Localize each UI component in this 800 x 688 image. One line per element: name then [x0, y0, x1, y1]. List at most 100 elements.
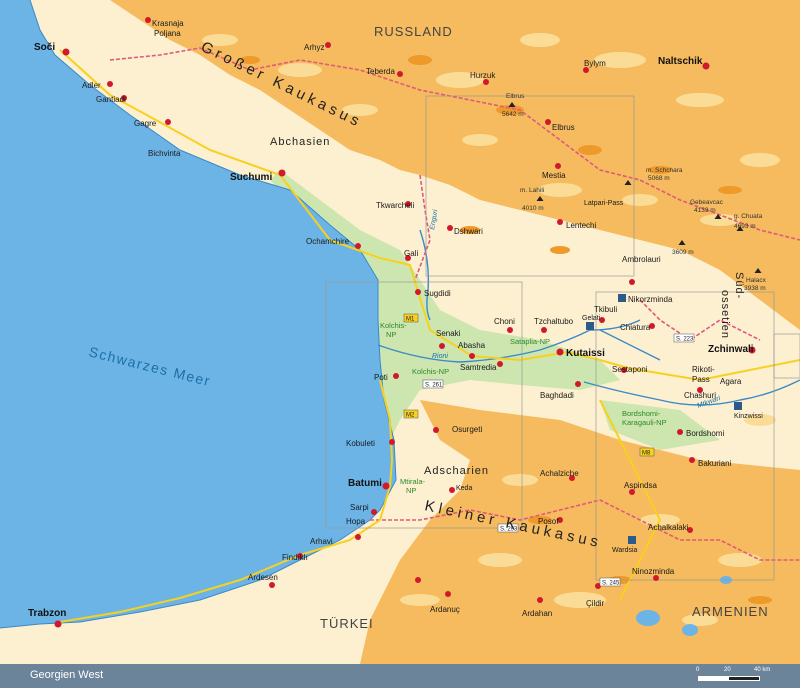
city-label: Gelati — [582, 315, 601, 322]
peak-label: Elbrus — [506, 93, 525, 100]
city-marker — [541, 327, 547, 333]
city-marker — [689, 457, 695, 463]
city-label: Bylym — [584, 59, 606, 68]
city-label: Bordshomi — [686, 429, 724, 438]
city-label: Chiatura — [620, 323, 651, 332]
scale-label-zero: 0 — [696, 667, 700, 673]
city-label: Abasha — [458, 341, 486, 350]
city-label: Rikoti- — [692, 365, 715, 374]
city-marker — [629, 279, 635, 285]
city-label: Ambrolauri — [622, 255, 661, 264]
city-marker — [107, 81, 113, 87]
city-label: Krasnaja — [152, 19, 184, 28]
road-label: M8 — [642, 451, 651, 457]
city-marker — [702, 62, 710, 70]
city-label: Aspindsa — [624, 481, 657, 490]
city-marker — [371, 509, 377, 515]
city-label: Agara — [720, 377, 742, 386]
city-label: Ninozminda — [632, 567, 675, 576]
peak-label: 4139 m — [694, 207, 716, 214]
city-marker — [575, 381, 581, 387]
country-label-russia: RUSSLAND — [374, 24, 453, 39]
road-label: S. 223 — [676, 337, 694, 343]
city-marker — [557, 219, 563, 225]
park-label: Bordshomi- — [622, 409, 661, 418]
city-marker — [165, 119, 171, 125]
city-marker — [537, 597, 543, 603]
city-label: Ardahan — [522, 609, 552, 618]
city-label: Trabzon — [28, 608, 66, 619]
scale-bar-segment — [728, 676, 760, 681]
country-label-turkey: TÜRKEI — [320, 616, 374, 631]
city-marker — [469, 353, 475, 359]
park-label: Mtirala- — [400, 477, 426, 486]
city-label: Keda — [456, 485, 472, 492]
city-label: Arhyz — [304, 43, 324, 52]
peak-label: g. Chuata — [734, 213, 763, 220]
peak-label: Halacx — [746, 277, 767, 284]
city-label: Mestia — [542, 171, 566, 180]
city-marker — [355, 243, 361, 249]
city-marker — [393, 373, 399, 379]
city-label: Sarpi — [350, 503, 369, 512]
park-label: Kolchis- — [380, 321, 407, 330]
city-marker — [389, 439, 395, 445]
road-label: S. 261 — [425, 383, 443, 389]
city-label: Samtredia — [460, 363, 497, 372]
city-label: Hopa — [346, 517, 366, 526]
city-label: Kutaissi — [566, 348, 605, 359]
monastery-icon — [618, 294, 626, 302]
scale-bar: 0 20 40 km — [694, 667, 784, 685]
city-marker — [545, 119, 551, 125]
city-label: Senaki — [436, 329, 461, 338]
city-label: Sugdidi — [424, 289, 451, 298]
city-label: Nikorzminda — [628, 295, 673, 304]
city-label: Bakuriani — [698, 459, 732, 468]
city-label: Hurzuk — [470, 71, 496, 80]
city-label: Ardanuç — [430, 605, 460, 614]
country-label-armenia: ARMENIEN — [692, 604, 769, 619]
city-label: Latpari-Pass — [584, 200, 624, 207]
city-label: Wardsia — [612, 547, 638, 554]
city-marker — [355, 534, 361, 540]
city-label: Poti — [374, 373, 388, 382]
city-marker — [269, 582, 275, 588]
city-marker — [555, 163, 561, 169]
city-label: Poljana — [154, 29, 181, 38]
city-label: Elbrus — [552, 123, 575, 132]
city-marker — [397, 71, 403, 77]
city-label: Arhavi — [310, 537, 333, 546]
peak-label: Gebeavcac — [690, 199, 724, 206]
city-label: Tkwarcheli — [376, 201, 414, 210]
monastery-icon — [628, 536, 636, 544]
peak-label: 3609 m — [672, 249, 694, 256]
city-label: Ardesen — [248, 573, 278, 582]
city-marker — [382, 482, 390, 490]
park-label: Sataplia-NP — [510, 337, 550, 346]
peak-label: 5068 m — [648, 175, 670, 182]
city-label: Ochamchire — [306, 237, 350, 246]
map-footer: Georgien West 0 20 40 km — [0, 664, 800, 688]
city-label: Gagre — [134, 119, 157, 128]
road-label: M2 — [406, 413, 415, 419]
city-label: Çildir — [586, 599, 605, 608]
scale-bar-segment — [698, 676, 730, 681]
city-label: Findıklı — [282, 553, 308, 562]
region-label-adjara: Adscharien — [424, 465, 489, 477]
city-marker — [62, 48, 70, 56]
region-label-abkhazia: Abchasien — [270, 136, 330, 148]
city-label: Gantiadi — [96, 95, 126, 104]
monastery-icon — [586, 322, 594, 330]
city-marker — [677, 429, 683, 435]
peak-label: 4693 m — [734, 223, 756, 230]
city-marker — [54, 620, 62, 628]
city-label: Achalziche — [540, 469, 579, 478]
region-label-south-ossetia: ossetien — [719, 290, 731, 339]
city-label: Lentechi — [566, 221, 596, 230]
city-label: Osurgeti — [452, 425, 482, 434]
map: M1 M2 S. 261 S. 223 S. 293 S. 245 M8 RUS… — [0, 0, 800, 664]
scale-label-end: 40 km — [754, 667, 771, 673]
park-label: Karagauli-NP — [622, 418, 667, 427]
city-marker — [325, 42, 331, 48]
city-marker — [439, 343, 445, 349]
